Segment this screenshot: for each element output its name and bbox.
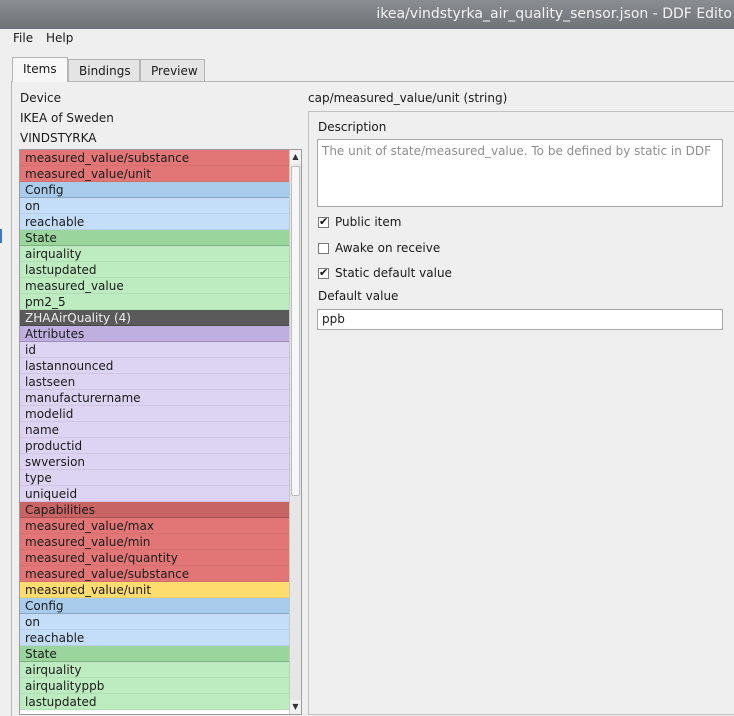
awake-on-receive-checkbox[interactable]: Awake on receive — [318, 240, 440, 256]
device-manufacturer: IKEA of Sweden — [20, 111, 114, 125]
checkmark-icon: ✔ — [319, 266, 329, 279]
item-tree-list[interactable]: measured_value/substance measured_value/u… — [19, 149, 302, 715]
scroll-up-arrow-icon[interactable]: ▲ — [290, 150, 301, 164]
default-value-label: Default value — [318, 289, 399, 303]
window-edge-highlight — [0, 229, 2, 243]
public-item-label: Public item — [335, 215, 402, 229]
static-default-value-label: Static default value — [335, 266, 452, 280]
tab-bindings[interactable]: Bindings — [68, 59, 140, 81]
list-item[interactable]: measured_value/unit — [20, 166, 290, 182]
tab-preview-label: Preview — [151, 64, 198, 78]
list-item[interactable]: modelid — [20, 406, 290, 422]
list-item[interactable]: airqualityppb — [20, 678, 290, 694]
scroll-thumb[interactable] — [291, 166, 300, 496]
device-model: VINDSTYRKA — [20, 131, 97, 145]
list-item[interactable]: measured_value/max — [20, 518, 290, 534]
default-value-text: ppb — [322, 312, 345, 326]
list-item[interactable]: on — [20, 614, 290, 630]
list-item[interactable]: airquality — [20, 662, 290, 678]
default-value-input[interactable]: ppb — [317, 309, 723, 330]
awake-on-receive-checkbox-box[interactable] — [318, 243, 329, 254]
description-text: The unit of state/measured_value. To be … — [322, 144, 712, 158]
item-list-rows: measured_value/substance measured_value/u… — [20, 150, 290, 710]
list-item[interactable]: Attributes — [20, 326, 290, 342]
list-item[interactable]: name — [20, 422, 290, 438]
list-item[interactable]: Capabilities — [20, 502, 290, 518]
list-item[interactable]: id — [20, 342, 290, 358]
list-item[interactable]: swversion — [20, 454, 290, 470]
tab-bindings-label: Bindings — [79, 64, 131, 78]
list-item[interactable]: measured_value/min — [20, 534, 290, 550]
list-item[interactable]: type — [20, 470, 290, 486]
list-item-selected[interactable]: measured_value/unit — [20, 582, 290, 598]
list-item[interactable]: reachable — [20, 214, 290, 230]
static-default-value-checkbox[interactable]: ✔ Static default value — [318, 265, 452, 281]
list-item[interactable]: measured_value/substance — [20, 566, 290, 582]
list-item[interactable]: measured_value — [20, 278, 290, 294]
item-detail-title: cap/measured_value/unit (string) — [308, 91, 508, 105]
tab-items-label: Items — [23, 62, 57, 76]
list-item[interactable]: lastupdated — [20, 694, 290, 710]
public-item-checkbox[interactable]: ✔ Public item — [318, 214, 401, 230]
description-label: Description — [318, 120, 387, 134]
device-heading: Device — [20, 91, 62, 105]
menu-bar: File Help — [0, 29, 734, 49]
list-item[interactable]: measured_value/quantity — [20, 550, 290, 566]
window-titlebar: ikea/vindstyrka_air_quality_sensor.json … — [0, 0, 734, 29]
list-item[interactable]: lastupdated — [20, 262, 290, 278]
static-default-checkbox-box[interactable]: ✔ — [318, 266, 329, 279]
list-item[interactable]: State — [20, 646, 290, 662]
list-item[interactable]: reachable — [20, 630, 290, 646]
menu-help[interactable]: Help — [46, 31, 73, 45]
item-list-scrollbar[interactable]: ▲ ▼ — [289, 150, 301, 714]
public-item-checkbox-box[interactable]: ✔ — [318, 215, 329, 228]
list-item[interactable]: ZHAAirQuality (4) — [20, 310, 290, 326]
list-item[interactable]: uniqueid — [20, 486, 290, 502]
menu-file[interactable]: File — [13, 31, 33, 45]
list-item[interactable]: manufacturername — [20, 390, 290, 406]
description-textarea[interactable]: The unit of state/measured_value. To be … — [317, 139, 723, 207]
checkmark-icon: ✔ — [319, 215, 329, 228]
list-item[interactable]: airquality — [20, 246, 290, 262]
tab-preview[interactable]: Preview — [140, 59, 205, 81]
list-item[interactable]: pm2_5 — [20, 294, 290, 310]
window-title: ikea/vindstyrka_air_quality_sensor.json … — [376, 6, 732, 22]
list-item[interactable]: Config — [20, 182, 290, 198]
list-item[interactable]: Config — [20, 598, 290, 614]
scroll-down-arrow-icon[interactable]: ▼ — [290, 700, 301, 714]
awake-on-receive-label: Awake on receive — [335, 241, 441, 255]
tab-items[interactable]: Items — [12, 57, 68, 82]
list-item[interactable]: productid — [20, 438, 290, 454]
list-item[interactable]: on — [20, 198, 290, 214]
list-item[interactable]: lastannounced — [20, 358, 290, 374]
list-item[interactable]: State — [20, 230, 290, 246]
list-item[interactable]: measured_value/substance — [20, 150, 290, 166]
list-item[interactable]: lastseen — [20, 374, 290, 390]
